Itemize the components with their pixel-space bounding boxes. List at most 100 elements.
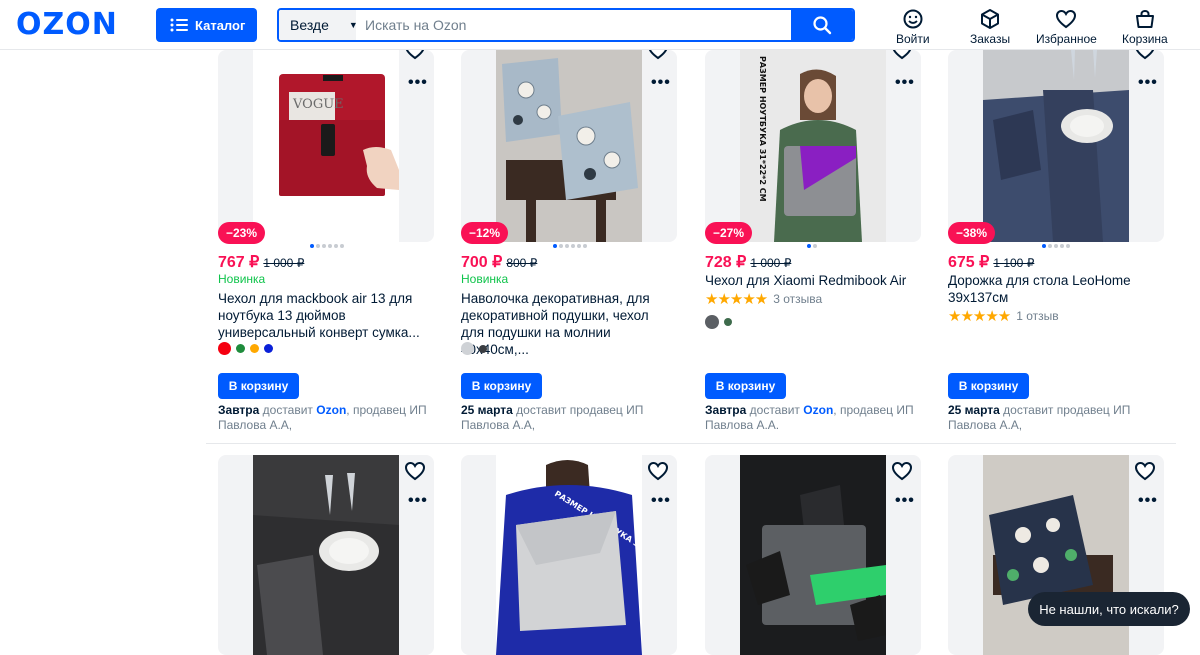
discount-badge: −23% — [218, 222, 266, 244]
delivery-day: 25 марта — [461, 403, 513, 417]
product-photo-table-runner — [983, 50, 1129, 242]
add-to-cart-button[interactable]: В корзину — [705, 373, 786, 399]
delivery-day: 25 марта — [948, 403, 1000, 417]
current-price: 700 ₽ — [461, 254, 503, 271]
favorites-link[interactable]: Избранное — [1036, 8, 1097, 46]
image-pager[interactable] — [553, 244, 587, 248]
product-title[interactable]: Дорожка для стола LeoHome 39х137см — [948, 272, 1162, 306]
color-swatches — [218, 342, 273, 355]
product-title[interactable]: Чехол для Xiaomi Redmibook Air — [705, 272, 919, 289]
current-price: 675 ₽ — [948, 254, 990, 271]
product-image[interactable] — [218, 455, 434, 655]
product-image[interactable]: РАЗМЕР НОУТБУКА 31*23*2 СМ — [461, 455, 677, 655]
more-options-icon[interactable]: ••• — [408, 492, 428, 510]
rating: ★★★★★ 1 отзыв — [948, 307, 1059, 325]
delivery-day: Завтра — [218, 403, 260, 417]
product-photo-felt-sleeve: VOGUE — [253, 50, 399, 242]
delivery-brand: Ozon — [316, 403, 347, 417]
cart-link[interactable]: Корзина — [1122, 8, 1168, 46]
orders-link[interactable]: Заказы — [970, 8, 1010, 46]
delivery-brand: Ozon — [803, 403, 834, 417]
color-swatch[interactable] — [264, 344, 273, 353]
product-card[interactable]: РАЗМЕР НОУТБУКА 31*23*2 СМ ••• — [461, 455, 689, 655]
new-badge: Новинка — [461, 272, 509, 286]
heart-icon[interactable] — [1134, 461, 1156, 481]
product-price: 728 ₽1 000 ₽ — [705, 252, 791, 272]
ozon-logo[interactable]: OZON — [16, 7, 118, 42]
color-swatches — [705, 315, 732, 329]
more-options-icon[interactable]: ••• — [1138, 492, 1158, 510]
product-card[interactable]: ••• — [218, 455, 446, 655]
search-button[interactable] — [791, 10, 853, 40]
delivery-text: доставит — [749, 403, 800, 417]
new-badge: Новинка — [218, 272, 266, 286]
heart-icon[interactable] — [891, 461, 913, 481]
product-price: 675 ₽1 100 ₽ — [948, 252, 1034, 272]
login-label: Войти — [896, 32, 930, 46]
more-options-icon[interactable]: ••• — [895, 492, 915, 510]
product-title[interactable]: Чехол для mackbook air 13 для ноутбука 1… — [218, 290, 432, 341]
cart-label: Корзина — [1122, 32, 1168, 46]
add-to-cart-button[interactable]: В корзину — [948, 373, 1029, 399]
current-price: 767 ₽ — [218, 254, 260, 271]
image-pager[interactable] — [310, 244, 344, 248]
color-swatches — [461, 342, 487, 355]
product-price: 700 ₽800 ₽ — [461, 252, 537, 272]
laptop-size-label: РАЗМЕР НОУТБУКА 31*22*2 СМ — [758, 56, 767, 202]
delivery-info: 25 марта доставит продавец ИП Павлова А.… — [948, 403, 1162, 433]
product-image[interactable] — [948, 50, 1164, 242]
reviews-count[interactable]: 3 отзыва — [773, 292, 822, 306]
search-scope-value: Везде — [290, 17, 329, 33]
search-input[interactable] — [356, 10, 791, 40]
product-image[interactable] — [461, 50, 677, 242]
product-price: 767 ₽1 000 ₽ — [218, 252, 304, 272]
old-price: 1 000 ₽ — [750, 256, 792, 270]
product-image[interactable]: РАЗМЕР НОУТБУКА 31*22*2 СМ — [705, 50, 921, 242]
old-price: 800 ₽ — [506, 256, 538, 270]
product-photo-laptop-sleeve-model: РАЗМЕР НОУТБУКА 31*22*2 СМ — [740, 50, 886, 242]
help-chat-button[interactable]: Не нашли, что искали? — [1028, 592, 1190, 626]
more-options-icon[interactable]: ••• — [651, 74, 671, 92]
product-image[interactable] — [705, 455, 921, 655]
color-swatch[interactable] — [218, 342, 231, 355]
add-to-cart-button[interactable]: В корзину — [218, 373, 299, 399]
color-swatch[interactable] — [461, 342, 474, 355]
more-options-icon[interactable]: ••• — [651, 492, 671, 510]
color-swatch[interactable] — [479, 344, 487, 353]
login-link[interactable]: Войти — [896, 8, 930, 46]
color-swatch[interactable] — [724, 318, 732, 326]
product-card[interactable]: ••• −12% 700 ₽800 ₽ Новинка Наволочка де… — [461, 0, 689, 440]
delivery-day: Завтра — [705, 403, 747, 417]
image-pager[interactable] — [1042, 244, 1070, 248]
image-pager[interactable] — [807, 244, 817, 248]
heart-icon[interactable] — [404, 461, 426, 481]
orders-label: Заказы — [970, 32, 1011, 46]
heart-icon[interactable] — [647, 461, 669, 481]
product-card[interactable]: ••• −38% 675 ₽1 100 ₽ Дорожка для стола … — [948, 0, 1176, 440]
more-options-icon[interactable]: ••• — [408, 74, 428, 92]
color-swatch[interactable] — [236, 344, 245, 353]
product-card[interactable]: РАЗМЕР НОУТБУКА 31*22*2 СМ ••• −27% 728 … — [705, 0, 933, 440]
search-scope-select[interactable]: Везде ▼ — [279, 10, 358, 40]
discount-badge: −38% — [948, 222, 996, 244]
search-bar: Везде ▼ — [277, 8, 855, 42]
more-options-icon[interactable]: ••• — [1138, 74, 1158, 92]
rating: ★★★★★ 3 отзыва — [705, 290, 822, 308]
add-to-cart-button[interactable]: В корзину — [461, 373, 542, 399]
color-swatch[interactable] — [705, 315, 719, 329]
product-card[interactable]: ••• — [705, 455, 933, 655]
user-smile-icon — [903, 9, 923, 29]
product-card[interactable]: VOGUE ••• −23% 767 ₽1 000 ₽ Новинка Чехо… — [218, 0, 446, 440]
color-swatch[interactable] — [250, 344, 259, 353]
delivery-text: доставит — [262, 403, 313, 417]
product-photo-laptop-sleeve-green — [740, 455, 886, 655]
catalog-button[interactable]: Каталог — [156, 8, 257, 42]
catalog-label: Каталог — [195, 17, 246, 33]
delivery-info: 25 марта доставит продавец ИП Павлова А.… — [461, 403, 675, 433]
reviews-count[interactable]: 1 отзыв — [1016, 309, 1058, 323]
product-title[interactable]: Наволочка декоративная, для декоративной… — [461, 290, 675, 358]
product-image[interactable]: VOGUE — [218, 50, 434, 242]
product-photo-pillows — [496, 50, 642, 242]
more-options-icon[interactable]: ••• — [895, 74, 915, 92]
delivery-info: Завтра доставит Ozon, продавец ИП Павлов… — [218, 403, 432, 433]
